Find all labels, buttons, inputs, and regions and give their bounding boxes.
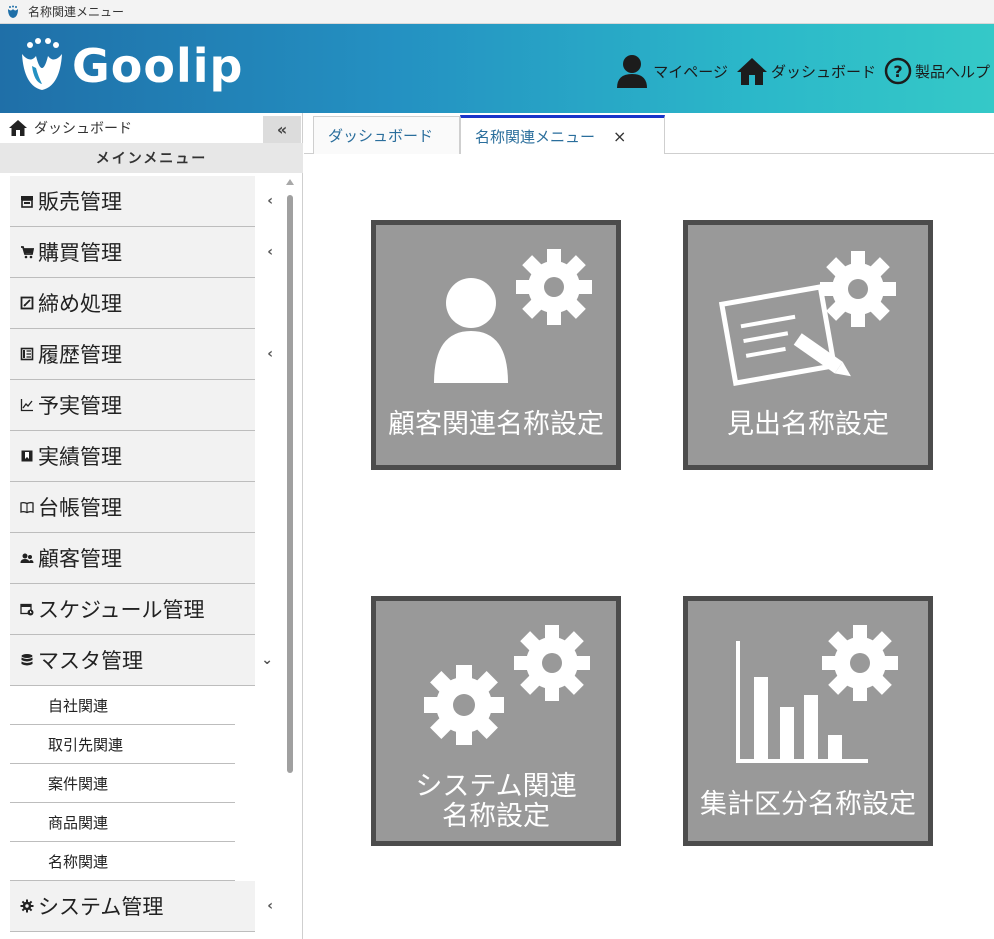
sidebar-item-label: 販売管理 [38, 190, 122, 214]
book-icon [20, 500, 34, 514]
sidebar-item-purchasing[interactable]: 購買管理 ‹ [10, 227, 273, 278]
tab-label: 名称関連メニュー [475, 127, 596, 146]
chevron-left-icon: ‹ [267, 244, 273, 260]
sidebar-item-label: 予実管理 [38, 394, 122, 418]
gear-icon [20, 899, 34, 913]
window-titlebar: 名称関連メニュー [0, 0, 994, 24]
app-logo-icon [8, 5, 18, 18]
sidebar-item-budget-actual[interactable]: 予実管理 [10, 380, 255, 431]
tab-dashboard[interactable]: ダッシュボード [313, 116, 460, 154]
dashboard-link[interactable]: ダッシュボード [736, 56, 876, 86]
chevron-left-icon: ‹ [267, 193, 273, 209]
user-icon [617, 55, 648, 88]
aggregation-name-settings-tile[interactable]: 集計区分名称設定 [683, 596, 933, 846]
sidebar-item-label: 顧客管理 [38, 547, 122, 571]
list-icon [20, 347, 34, 361]
sidebar-item-label: 実績管理 [38, 445, 122, 469]
close-icon[interactable]: × [613, 127, 626, 146]
dashboard-label: ダッシュボード [770, 62, 876, 81]
sidebar: ダッシュボード « メインメニュー 販売管理 ‹ 購買管理 ‹ 締め処理 履歴管… [0, 113, 303, 939]
help-circle-icon: ? [884, 57, 912, 85]
sidebar-item-results[interactable]: 実績管理 [10, 431, 255, 482]
app-header: Goolip マイページ ダッシュボード ? 製品ヘルプ [0, 24, 994, 113]
chevron-left-icon: ‹ [267, 346, 273, 362]
logo-text: Goolip [72, 39, 244, 93]
mypage-link[interactable]: マイページ [614, 54, 728, 88]
sidebar-item-label: 締め処理 [38, 292, 122, 316]
tile-label: 見出名称設定 [727, 409, 889, 440]
double-chevron-left-icon: « [276, 120, 288, 139]
heading-name-settings-tile[interactable]: 見出名称設定 [683, 220, 933, 470]
sidebar-item-customers[interactable]: 顧客管理 [10, 533, 255, 584]
mypage-label: マイページ [653, 62, 728, 81]
chevron-down-icon: ⌄ [261, 652, 273, 668]
home-icon [9, 120, 27, 136]
sidebar-item-label: 履歴管理 [38, 343, 122, 367]
svg-text:?: ? [893, 62, 902, 81]
help-label: 製品ヘルプ [914, 62, 990, 81]
sidebar-subitem-names[interactable]: 名称関連 [10, 842, 235, 881]
tab-label: ダッシュボード [328, 127, 434, 145]
tile-label: 顧客関連名称設定 [388, 409, 604, 440]
sidebar-item-master[interactable]: マスタ管理 ⌄ [10, 635, 273, 686]
tile-label-line1: システム関連 [415, 771, 577, 802]
line-chart-icon [20, 398, 34, 412]
sidebar-item-label: システム管理 [38, 895, 164, 919]
sidebar-subitem-partners[interactable]: 取引先関連 [10, 725, 235, 764]
customer-name-settings-tile[interactable]: 顧客関連名称設定 [371, 220, 621, 470]
sidebar-item-ledger[interactable]: 台帳管理 [10, 482, 255, 533]
header-nav: マイページ ダッシュボード ? 製品ヘルプ [614, 54, 990, 88]
sidebar-item-label: 台帳管理 [38, 496, 122, 520]
edit-square-icon [20, 296, 34, 310]
tile-label: 集計区分名称設定 [700, 789, 916, 820]
sidebar-item-sales[interactable]: 販売管理 ‹ [10, 176, 273, 227]
goolip-logo[interactable]: Goolip [18, 38, 243, 94]
main-menu-list: 販売管理 ‹ 購買管理 ‹ 締め処理 履歴管理 ‹ 予実管理 実績管理 台帳管理… [10, 176, 273, 932]
sidebar-item-system[interactable]: システム管理 ‹ [10, 881, 273, 932]
home-icon [736, 58, 767, 85]
sidebar-item-closing[interactable]: 締め処理 [10, 278, 255, 329]
tab-name-menu[interactable]: 名称関連メニュー × [460, 115, 665, 154]
sidebar-item-label: スケジュール管理 [38, 598, 205, 622]
tab-bar: ダッシュボード 名称関連メニュー × [304, 113, 994, 154]
database-icon [20, 653, 34, 667]
window-title: 名称関連メニュー [28, 5, 125, 19]
sidebar-item-label: 購買管理 [38, 241, 122, 265]
tile-label-line2: 名称設定 [442, 801, 550, 832]
cart-icon [20, 245, 34, 259]
sidebar-item-schedule[interactable]: スケジュール管理 [10, 584, 255, 635]
sidebar-dashboard-link[interactable]: ダッシュボード [0, 113, 303, 143]
calendar-icon [20, 602, 34, 616]
sidebar-scrollbar[interactable] [285, 179, 295, 939]
bookmark-icon [20, 449, 34, 463]
chevron-left-icon: ‹ [267, 898, 273, 914]
sidebar-collapse-button[interactable]: « [263, 116, 301, 143]
sidebar-item-label: マスタ管理 [38, 649, 143, 673]
sidebar-dashboard-label: ダッシュボード [34, 121, 132, 137]
tulip-logo-icon [22, 38, 62, 90]
main-menu-title: メインメニュー [0, 143, 303, 173]
sidebar-subitem-projects[interactable]: 案件関連 [10, 764, 235, 803]
store-icon [20, 194, 34, 208]
sidebar-item-history[interactable]: 履歴管理 ‹ [10, 329, 273, 380]
system-name-settings-tile[interactable]: システム関連 名称設定 [371, 596, 621, 846]
users-icon [20, 551, 34, 565]
sidebar-subitem-products[interactable]: 商品関連 [10, 803, 235, 842]
help-link[interactable]: ? 製品ヘルプ [884, 57, 990, 85]
scrollbar-thumb[interactable] [287, 195, 293, 773]
scroll-up-arrow-icon[interactable] [286, 179, 294, 185]
sidebar-subitem-company[interactable]: 自社関連 [10, 686, 235, 725]
